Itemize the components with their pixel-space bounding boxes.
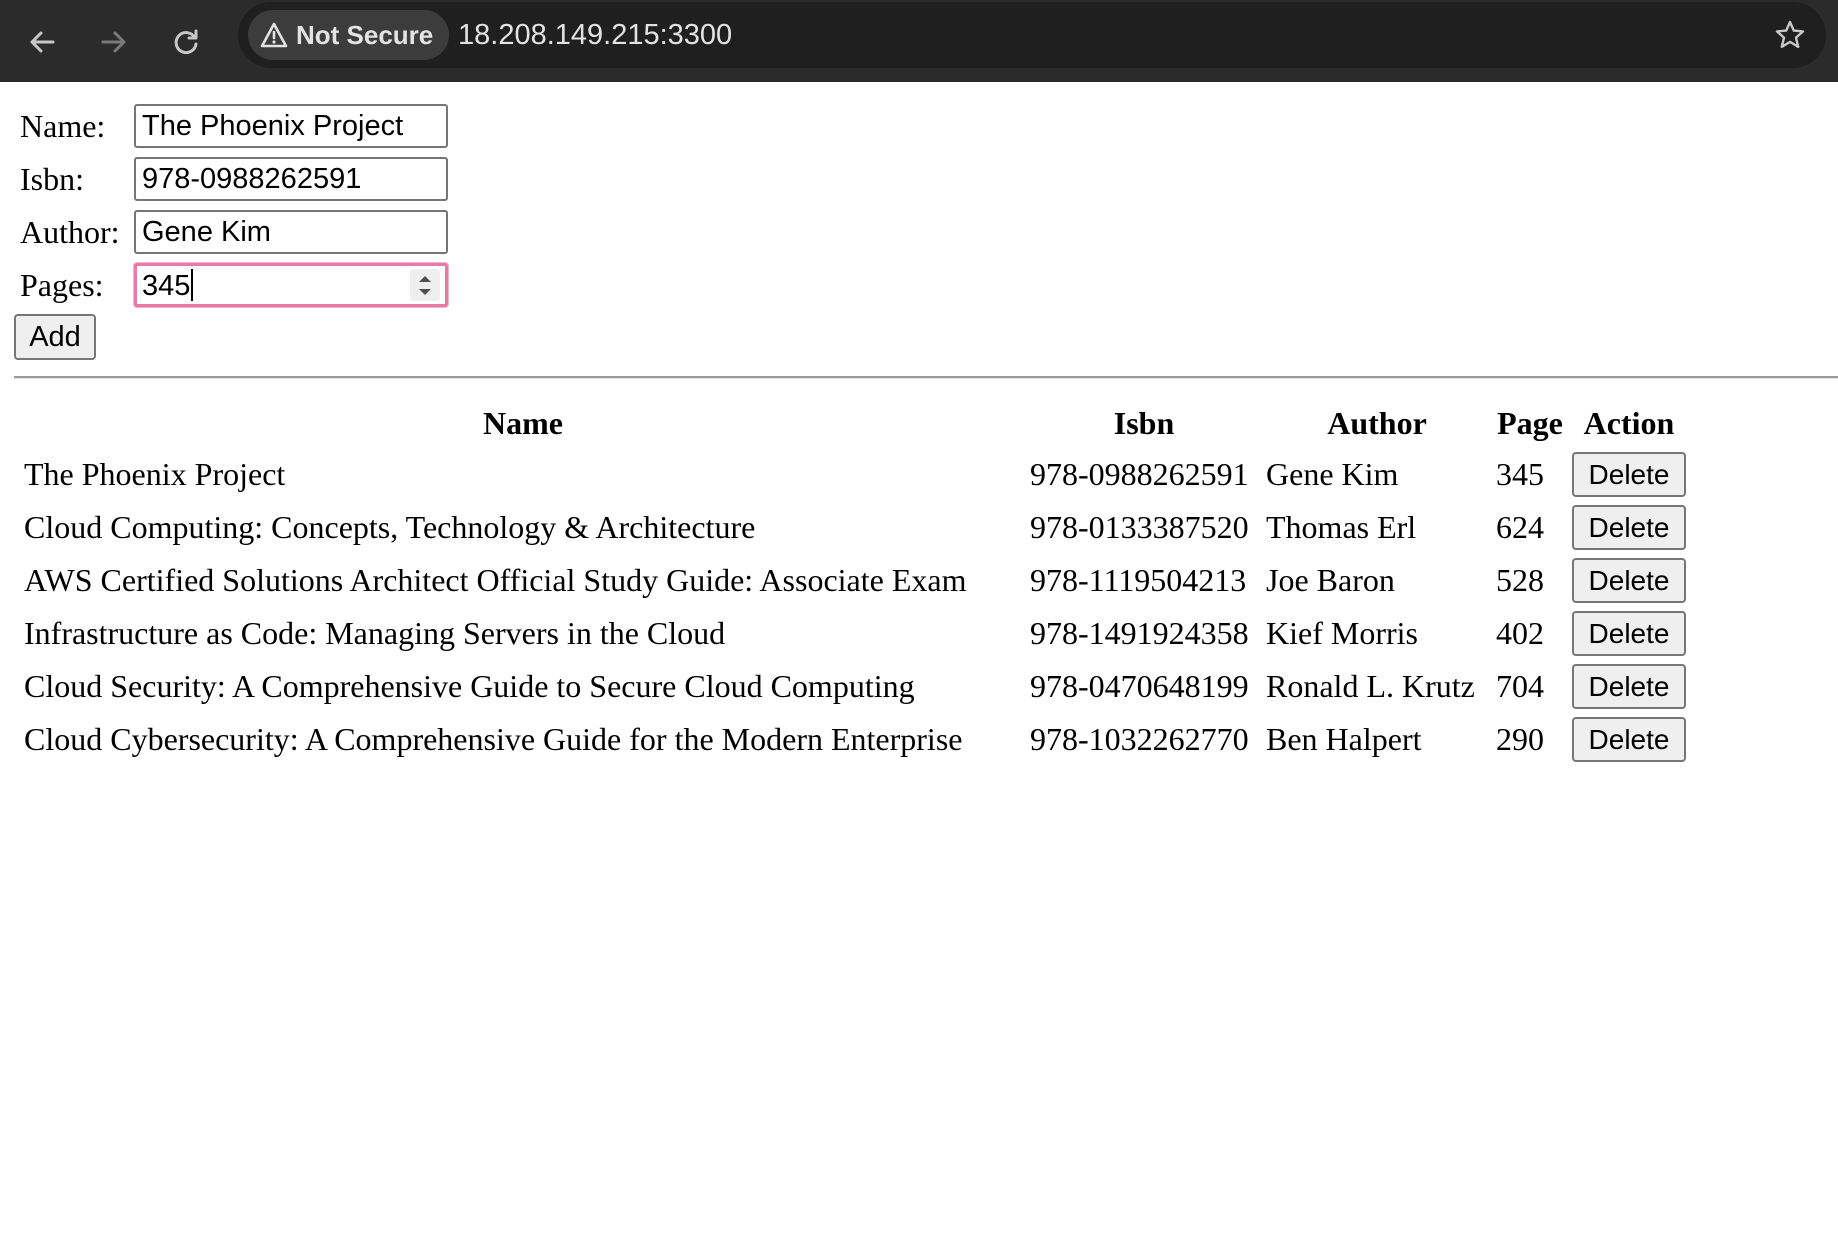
book-isbn: 978-1491924358 [1030, 615, 1249, 651]
book-action-cell: Delete [1570, 503, 1688, 552]
add-button[interactable]: Add [14, 314, 96, 360]
table-row: The Phoenix Project 978-0988262591 Gene … [22, 450, 1688, 499]
book-action-cell: Delete [1570, 450, 1688, 499]
book-isbn: 978-0470648199 [1030, 668, 1249, 704]
star-icon [1775, 20, 1805, 48]
book-name: AWS Certified Solutions Architect Offici… [24, 562, 967, 598]
book-action-cell: Delete [1570, 556, 1688, 605]
page-content: Name: The Phoenix Project Isbn: 978-0988… [14, 102, 1838, 762]
header-name: Name [483, 404, 563, 441]
arrow-left-icon [30, 31, 55, 53]
book-isbn: 978-0133387520 [1030, 509, 1249, 545]
bookmark-button[interactable] [1770, 15, 1810, 55]
pages-label: Pages: [20, 267, 104, 303]
book-author: Thomas Erl [1266, 509, 1417, 545]
book-isbn: 978-0988262591 [1030, 456, 1249, 492]
header-author: Author [1327, 404, 1427, 441]
book-name: Cloud Computing: Concepts, Technology & … [24, 509, 756, 545]
book-pages: 290 [1496, 721, 1544, 757]
author-label: Author: [20, 214, 120, 250]
url-text[interactable]: 18.208.149.215:3300 [458, 2, 732, 68]
address-bar[interactable]: Not Secure 18.208.149.215:3300 [238, 2, 1826, 68]
warning-triangle-icon [260, 22, 288, 48]
table-header-row: Name Isbn Author Page Action [22, 400, 1688, 446]
delete-button[interactable]: Delete [1572, 611, 1686, 656]
header-page: Page [1497, 404, 1563, 441]
header-action: Action [1583, 404, 1675, 441]
table-row: Cloud Computing: Concepts, Technology & … [22, 503, 1688, 552]
pages-stepper[interactable] [410, 269, 440, 301]
book-name: The Phoenix Project [24, 456, 286, 492]
book-name: Cloud Security: A Comprehensive Guide to… [24, 668, 915, 704]
book-author: Joe Baron [1266, 562, 1395, 598]
forward-button[interactable] [86, 14, 142, 70]
browser-toolbar: Not Secure 18.208.149.215:3300 [0, 0, 1838, 82]
delete-button[interactable]: Delete [1572, 717, 1686, 762]
arrow-right-icon [101, 31, 126, 53]
table-row: AWS Certified Solutions Architect Offici… [22, 556, 1688, 605]
horizontal-rule [14, 376, 1838, 379]
delete-button[interactable]: Delete [1572, 558, 1686, 603]
spin-up-icon[interactable] [418, 275, 432, 283]
pages-row: Pages: 345 [14, 261, 1838, 314]
pages-input[interactable]: 345 [134, 263, 448, 307]
name-label: Name: [20, 108, 106, 144]
name-input[interactable]: The Phoenix Project [134, 104, 448, 148]
book-isbn: 978-1032262770 [1030, 721, 1249, 757]
book-pages: 528 [1496, 562, 1544, 598]
book-pages: 624 [1496, 509, 1544, 545]
book-action-cell: Delete [1570, 715, 1688, 764]
delete-button[interactable]: Delete [1572, 452, 1686, 497]
book-isbn: 978-1119504213 [1030, 562, 1247, 598]
reload-icon [174, 29, 198, 54]
name-row: Name: The Phoenix Project [14, 102, 1838, 155]
book-author: Ben Halpert [1266, 721, 1422, 757]
book-pages: 402 [1496, 615, 1544, 651]
books-table: Name Isbn Author Page Action The Phoenix… [18, 396, 1692, 768]
book-action-cell: Delete [1570, 662, 1688, 711]
text-caret [191, 269, 194, 302]
book-pages: 345 [1496, 456, 1544, 492]
back-button[interactable] [14, 14, 70, 70]
reload-button[interactable] [158, 14, 214, 70]
author-row: Author: Gene Kim [14, 208, 1838, 261]
book-pages: 704 [1496, 668, 1544, 704]
book-name: Infrastructure as Code: Managing Servers… [24, 615, 726, 651]
author-input[interactable]: Gene Kim [134, 210, 448, 254]
table-row: Infrastructure as Code: Managing Servers… [22, 609, 1688, 658]
header-isbn: Isbn [1113, 404, 1175, 441]
security-label: Not Secure [296, 19, 434, 50]
book-author: Gene Kim [1266, 456, 1399, 492]
book-name: Cloud Cybersecurity: A Comprehensive Gui… [24, 721, 963, 757]
book-author: Kief Morris [1266, 615, 1418, 651]
book-action-cell: Delete [1570, 609, 1688, 658]
spin-down-icon[interactable] [418, 288, 432, 296]
isbn-input[interactable]: 978-0988262591 [134, 157, 448, 201]
table-row: Cloud Cybersecurity: A Comprehensive Gui… [22, 715, 1688, 764]
pages-value: 345 [142, 270, 191, 302]
security-indicator[interactable]: Not Secure [248, 10, 450, 60]
book-author: Ronald L. Krutz [1266, 668, 1475, 704]
table-row: Cloud Security: A Comprehensive Guide to… [22, 662, 1688, 711]
isbn-row: Isbn: 978-0988262591 [14, 155, 1838, 208]
isbn-label: Isbn: [20, 161, 84, 197]
delete-button[interactable]: Delete [1572, 664, 1686, 709]
delete-button[interactable]: Delete [1572, 505, 1686, 550]
